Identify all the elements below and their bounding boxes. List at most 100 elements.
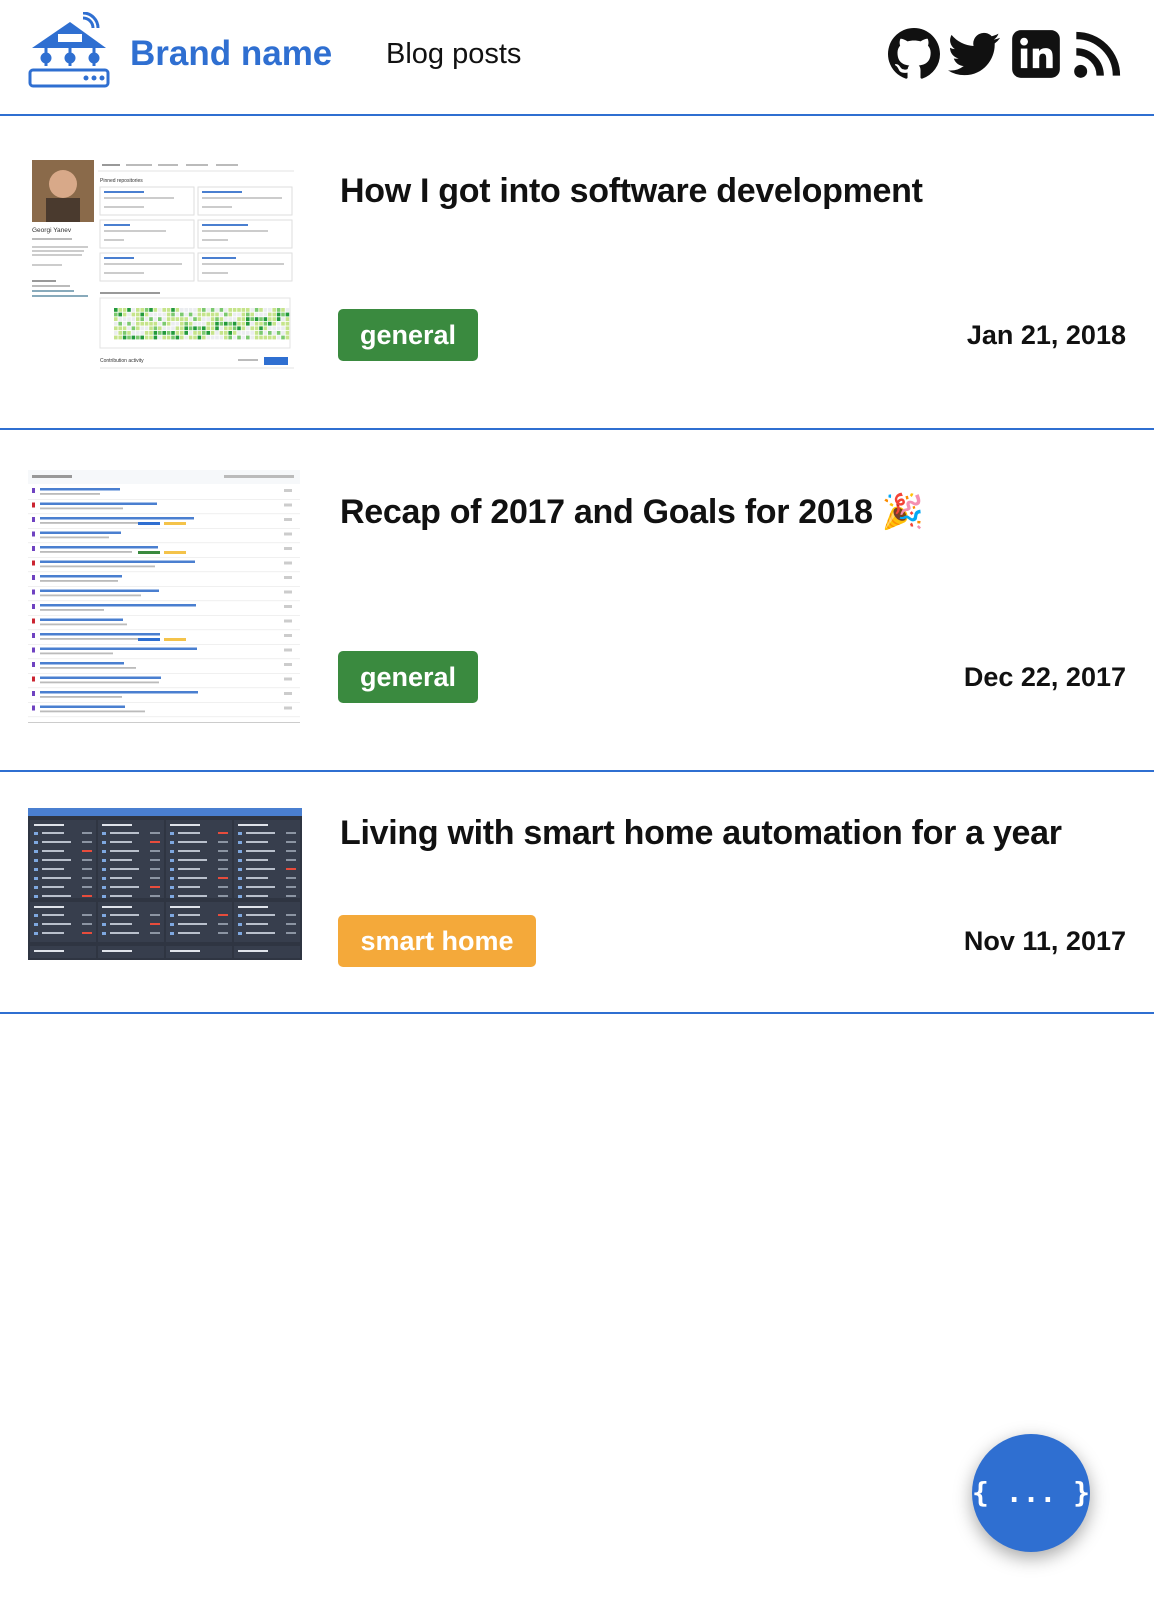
pr-comment-count: [284, 677, 292, 681]
contribution-cell: [193, 317, 197, 321]
pr-label: [164, 638, 186, 641]
entity-label: [246, 868, 275, 870]
post-thumbnail[interactable]: [28, 470, 300, 723]
contribution-cell: [268, 308, 272, 312]
contribution-cell: [197, 312, 202, 317]
post-title[interactable]: Recap of 2017 and Goals for 2018 🎉: [340, 492, 924, 532]
contribution-cell: [140, 335, 144, 340]
pr-title-line: [40, 633, 160, 636]
entity-state: [286, 859, 296, 861]
card-title: [34, 906, 64, 908]
contribution-cell: [131, 326, 136, 331]
contribution-cell: [259, 335, 263, 340]
contribution-cell: [180, 331, 184, 335]
pr-title-line: [40, 589, 159, 592]
entity-label: [42, 868, 64, 870]
nav-blog-posts[interactable]: Blog posts: [386, 38, 521, 71]
contribution-cell: [206, 335, 210, 340]
json-view-button[interactable]: { ... }: [972, 1434, 1090, 1552]
contribution-cell: [259, 326, 263, 331]
pr-status-icon: [32, 488, 35, 493]
linkedin-icon: [1012, 30, 1060, 78]
contribution-cell: [206, 317, 210, 321]
contribution-cell: [210, 326, 215, 331]
entity-label: [42, 914, 64, 916]
contribution-cell: [162, 335, 166, 340]
entity-icon: [102, 886, 106, 889]
linkedin-link[interactable]: [1010, 28, 1062, 80]
contribution-cell: [122, 312, 127, 317]
post-title[interactable]: Living with smart home automation for a …: [340, 814, 1062, 853]
contribution-cell: [276, 308, 281, 312]
contribution-cell: [276, 335, 281, 340]
contribution-cell: [237, 312, 241, 317]
github-profile-screenshot: Georgi Yanev Pinned repositories Contrib…: [32, 160, 294, 369]
contribution-cell: [232, 308, 237, 312]
contribution-cell: [193, 326, 197, 331]
contribution-cell: [206, 331, 210, 335]
entity-icon: [102, 877, 106, 880]
tag-general[interactable]: general: [338, 309, 478, 361]
contribution-cell: [202, 331, 206, 335]
entity-state: [286, 895, 296, 897]
github-link[interactable]: [888, 28, 940, 80]
contribution-cell: [166, 317, 171, 321]
entity-icon: [170, 877, 174, 880]
pr-status-icon: [32, 531, 35, 537]
logo[interactable]: [28, 11, 112, 96]
post-thumbnail[interactable]: [28, 808, 302, 960]
pr-comment-count: [284, 663, 292, 666]
post-thumbnail[interactable]: Georgi Yanev Pinned repositories Contrib…: [28, 158, 298, 380]
entity-icon: [170, 859, 174, 862]
entity-state: [150, 832, 160, 834]
contribution-cell: [175, 331, 180, 335]
contribution-cell: [228, 312, 232, 317]
contribution-cell: [188, 317, 193, 321]
rss-link[interactable]: [1072, 28, 1124, 80]
entity-state: [218, 895, 228, 897]
contribution-cell: [114, 326, 118, 331]
brand-name-link[interactable]: Brand name: [130, 34, 332, 74]
contribution-cell: [171, 335, 175, 340]
contribution-cell: [259, 317, 263, 321]
tag-smart-home[interactable]: smart home: [338, 915, 536, 967]
contribution-cell: [162, 308, 166, 312]
contribution-cell: [118, 326, 122, 331]
contribution-cell: [162, 317, 166, 321]
contribution-cell: [215, 335, 219, 340]
contribution-cell: [180, 321, 184, 326]
pr-comment-count: [284, 634, 292, 637]
contribution-cell: [193, 312, 197, 317]
entity-state: [82, 850, 92, 852]
contribution-cell: [114, 335, 118, 340]
pr-comment-count: [284, 532, 292, 536]
pr-comment-count: [284, 561, 292, 565]
entity-label: [110, 923, 132, 925]
contribution-cell: [272, 317, 276, 321]
contribution-cell: [188, 321, 193, 326]
contribution-cell: [281, 317, 285, 321]
tag-general[interactable]: general: [338, 651, 478, 703]
entity-label: [178, 895, 207, 897]
post-title[interactable]: How I got into software development: [340, 172, 923, 211]
twitter-link[interactable]: [948, 28, 1000, 80]
entity-icon: [170, 923, 174, 926]
contribution-cell: [210, 331, 215, 335]
contribution-cell: [118, 308, 122, 312]
pr-meta-line: [40, 696, 122, 698]
pr-comment-count: [284, 648, 292, 652]
contribution-cell: [175, 321, 180, 326]
contribution-cell: [210, 321, 215, 326]
contribution-cell: [175, 312, 180, 317]
contribution-cell: [268, 326, 272, 331]
entity-icon: [170, 850, 174, 853]
pr-meta-line: [40, 493, 100, 495]
pr-status-icon: [32, 633, 35, 638]
contribution-cell: [254, 331, 259, 335]
post-card: Living with smart home automation for a …: [0, 772, 1154, 1014]
contribution-activity-label: Contribution activity: [100, 358, 144, 364]
contribution-cell: [197, 317, 202, 321]
entity-label: [178, 877, 207, 879]
pr-meta-line: [40, 522, 146, 524]
contribution-cell: [184, 335, 188, 340]
